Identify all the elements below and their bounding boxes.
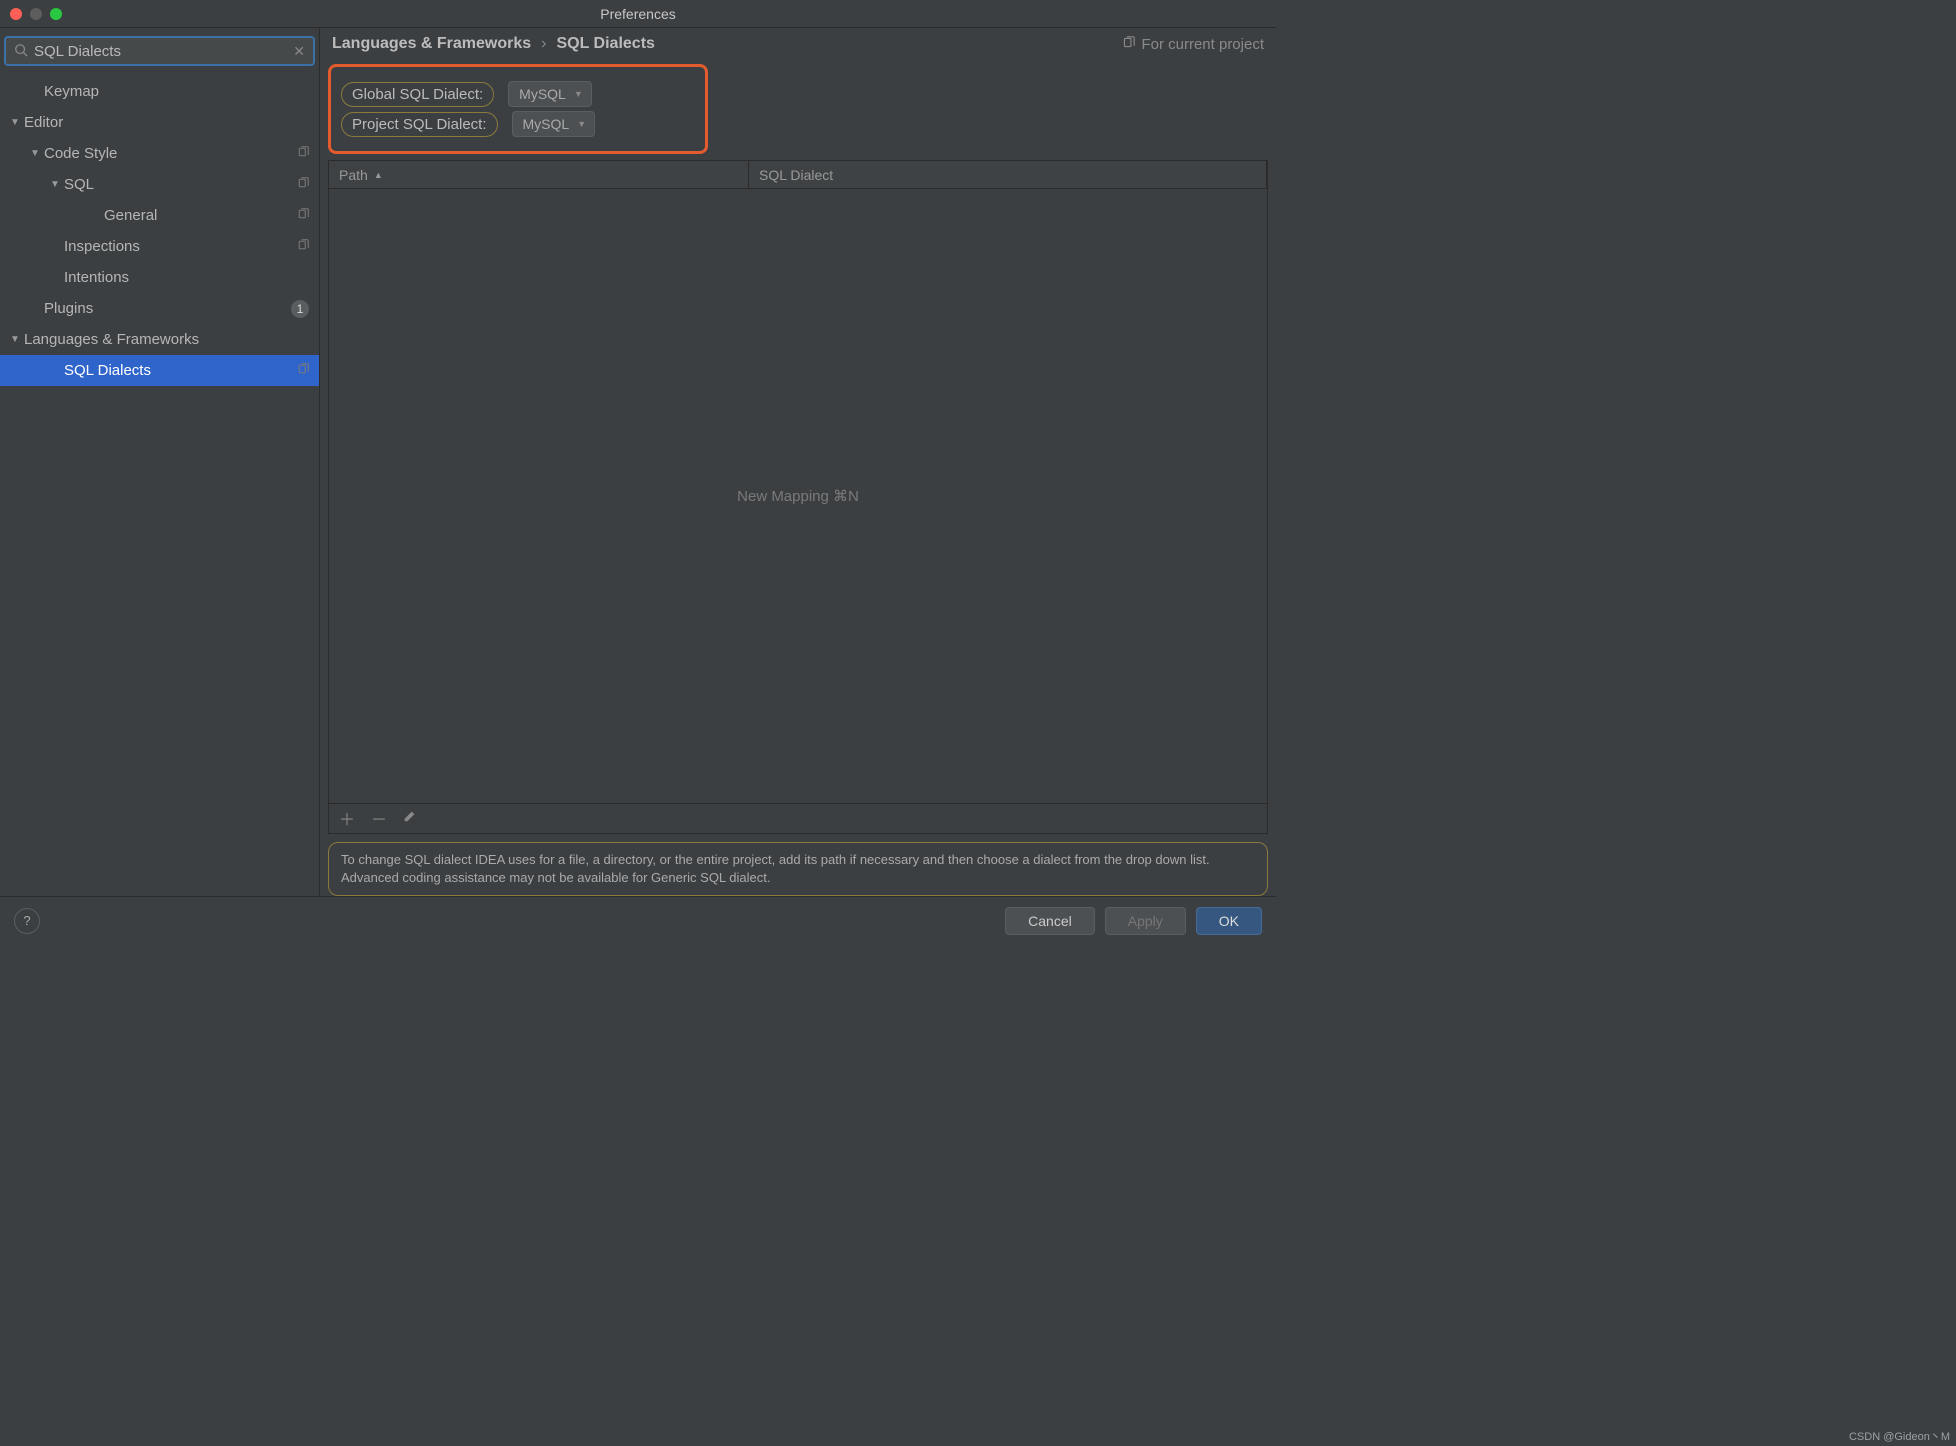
- settings-tree: Keymap ▼ Editor ▼ Code Style ▼ SQL General Inspe…: [0, 72, 319, 896]
- chevron-down-icon: ▼: [30, 148, 40, 159]
- chevron-down-icon: ▼: [577, 119, 586, 129]
- help-text: To change SQL dialect IDEA uses for a fi…: [328, 842, 1268, 896]
- minimize-window-button[interactable]: [30, 8, 42, 20]
- chevron-down-icon: ▼: [10, 117, 20, 128]
- copy-icon: [1122, 36, 1135, 53]
- global-dialect-row: Global SQL Dialect: MySQL ▼: [341, 81, 695, 107]
- search-input[interactable]: [34, 43, 293, 60]
- close-window-button[interactable]: [10, 8, 22, 20]
- window-controls: [10, 8, 62, 20]
- copy-icon: [297, 177, 309, 192]
- sidebar-item-languages-frameworks[interactable]: ▼ Languages & Frameworks: [0, 324, 319, 355]
- table-empty-state: New Mapping ⌘N: [329, 189, 1267, 803]
- cancel-button[interactable]: Cancel: [1005, 907, 1095, 935]
- sidebar: ✕ Keymap ▼ Editor ▼ Code Style ▼ SQL General Ins…: [0, 28, 320, 896]
- breadcrumb-current: SQL Dialects: [557, 35, 655, 53]
- count-badge: 1: [291, 300, 309, 318]
- global-dialect-dropdown[interactable]: MySQL ▼: [508, 81, 592, 107]
- help-button[interactable]: ?: [14, 908, 40, 934]
- sidebar-item-general[interactable]: General: [0, 200, 319, 231]
- column-path[interactable]: Path ▲: [329, 161, 749, 188]
- sort-asc-icon: ▲: [374, 170, 383, 180]
- search-box[interactable]: ✕: [4, 36, 315, 66]
- chevron-down-icon: ▼: [10, 334, 20, 345]
- copy-icon: [297, 239, 309, 254]
- scope-label: For current project: [1122, 36, 1264, 53]
- sidebar-item-label: Plugins: [44, 300, 291, 317]
- sidebar-item-label: SQL Dialects: [64, 362, 297, 379]
- sidebar-item-sql[interactable]: ▼ SQL: [0, 169, 319, 200]
- project-dialect-value: MySQL: [523, 116, 570, 132]
- sidebar-item-intentions[interactable]: Intentions: [0, 262, 319, 293]
- sidebar-item-label: SQL: [64, 176, 297, 193]
- sidebar-item-code-style[interactable]: ▼ Code Style: [0, 138, 319, 169]
- breadcrumb-separator: ›: [541, 35, 546, 53]
- sidebar-item-label: Editor: [24, 114, 309, 131]
- apply-button[interactable]: Apply: [1105, 907, 1186, 935]
- sidebar-item-sql-dialects[interactable]: SQL Dialects: [0, 355, 319, 386]
- copy-icon: [297, 363, 309, 378]
- ok-button[interactable]: OK: [1196, 907, 1262, 935]
- search-icon: [14, 43, 28, 60]
- sidebar-item-keymap[interactable]: Keymap: [0, 76, 319, 107]
- sidebar-item-inspections[interactable]: Inspections: [0, 231, 319, 262]
- sidebar-item-label: Languages & Frameworks: [24, 331, 309, 348]
- sidebar-item-label: Code Style: [44, 145, 297, 162]
- sidebar-item-label: General: [104, 207, 297, 224]
- project-dialect-label: Project SQL Dialect:: [341, 112, 498, 137]
- copy-icon: [297, 208, 309, 223]
- table-header: Path ▲ SQL Dialect: [329, 161, 1267, 189]
- titlebar: Preferences: [0, 0, 1276, 28]
- sidebar-item-label: Keymap: [44, 83, 309, 100]
- sidebar-item-plugins[interactable]: Plugins1: [0, 293, 319, 324]
- edit-mapping-button[interactable]: [403, 809, 417, 828]
- remove-mapping-button[interactable]: －: [371, 806, 387, 830]
- breadcrumb: Languages & Frameworks › SQL Dialects Fo…: [320, 28, 1276, 60]
- dialog-footer: ? Cancel Apply OK: [0, 896, 1276, 944]
- global-dialect-value: MySQL: [519, 86, 566, 102]
- clear-search-icon[interactable]: ✕: [293, 43, 305, 60]
- add-mapping-button[interactable]: ＋: [339, 806, 355, 830]
- maximize-window-button[interactable]: [50, 8, 62, 20]
- breadcrumb-parent[interactable]: Languages & Frameworks: [332, 35, 531, 53]
- column-dialect[interactable]: SQL Dialect: [749, 161, 1267, 188]
- table-toolbar: ＋ －: [329, 803, 1267, 833]
- window-title: Preferences: [600, 6, 675, 22]
- copy-icon: [297, 146, 309, 161]
- sidebar-item-editor[interactable]: ▼ Editor: [0, 107, 319, 138]
- sidebar-item-label: Intentions: [64, 269, 309, 286]
- main-panel: Languages & Frameworks › SQL Dialects Fo…: [320, 28, 1276, 896]
- project-dialect-row: Project SQL Dialect: MySQL ▼: [341, 111, 695, 137]
- project-dialect-dropdown[interactable]: MySQL ▼: [512, 111, 596, 137]
- mapping-table: Path ▲ SQL Dialect New Mapping ⌘N ＋ －: [328, 160, 1268, 834]
- watermark: CSDN @Gideon丶M: [1849, 1428, 1950, 1444]
- sidebar-item-label: Inspections: [64, 238, 297, 255]
- chevron-down-icon: ▼: [50, 179, 60, 190]
- chevron-down-icon: ▼: [574, 89, 583, 99]
- dialect-settings-highlight: Global SQL Dialect: MySQL ▼ Project SQL …: [328, 64, 708, 154]
- global-dialect-label: Global SQL Dialect:: [341, 82, 494, 107]
